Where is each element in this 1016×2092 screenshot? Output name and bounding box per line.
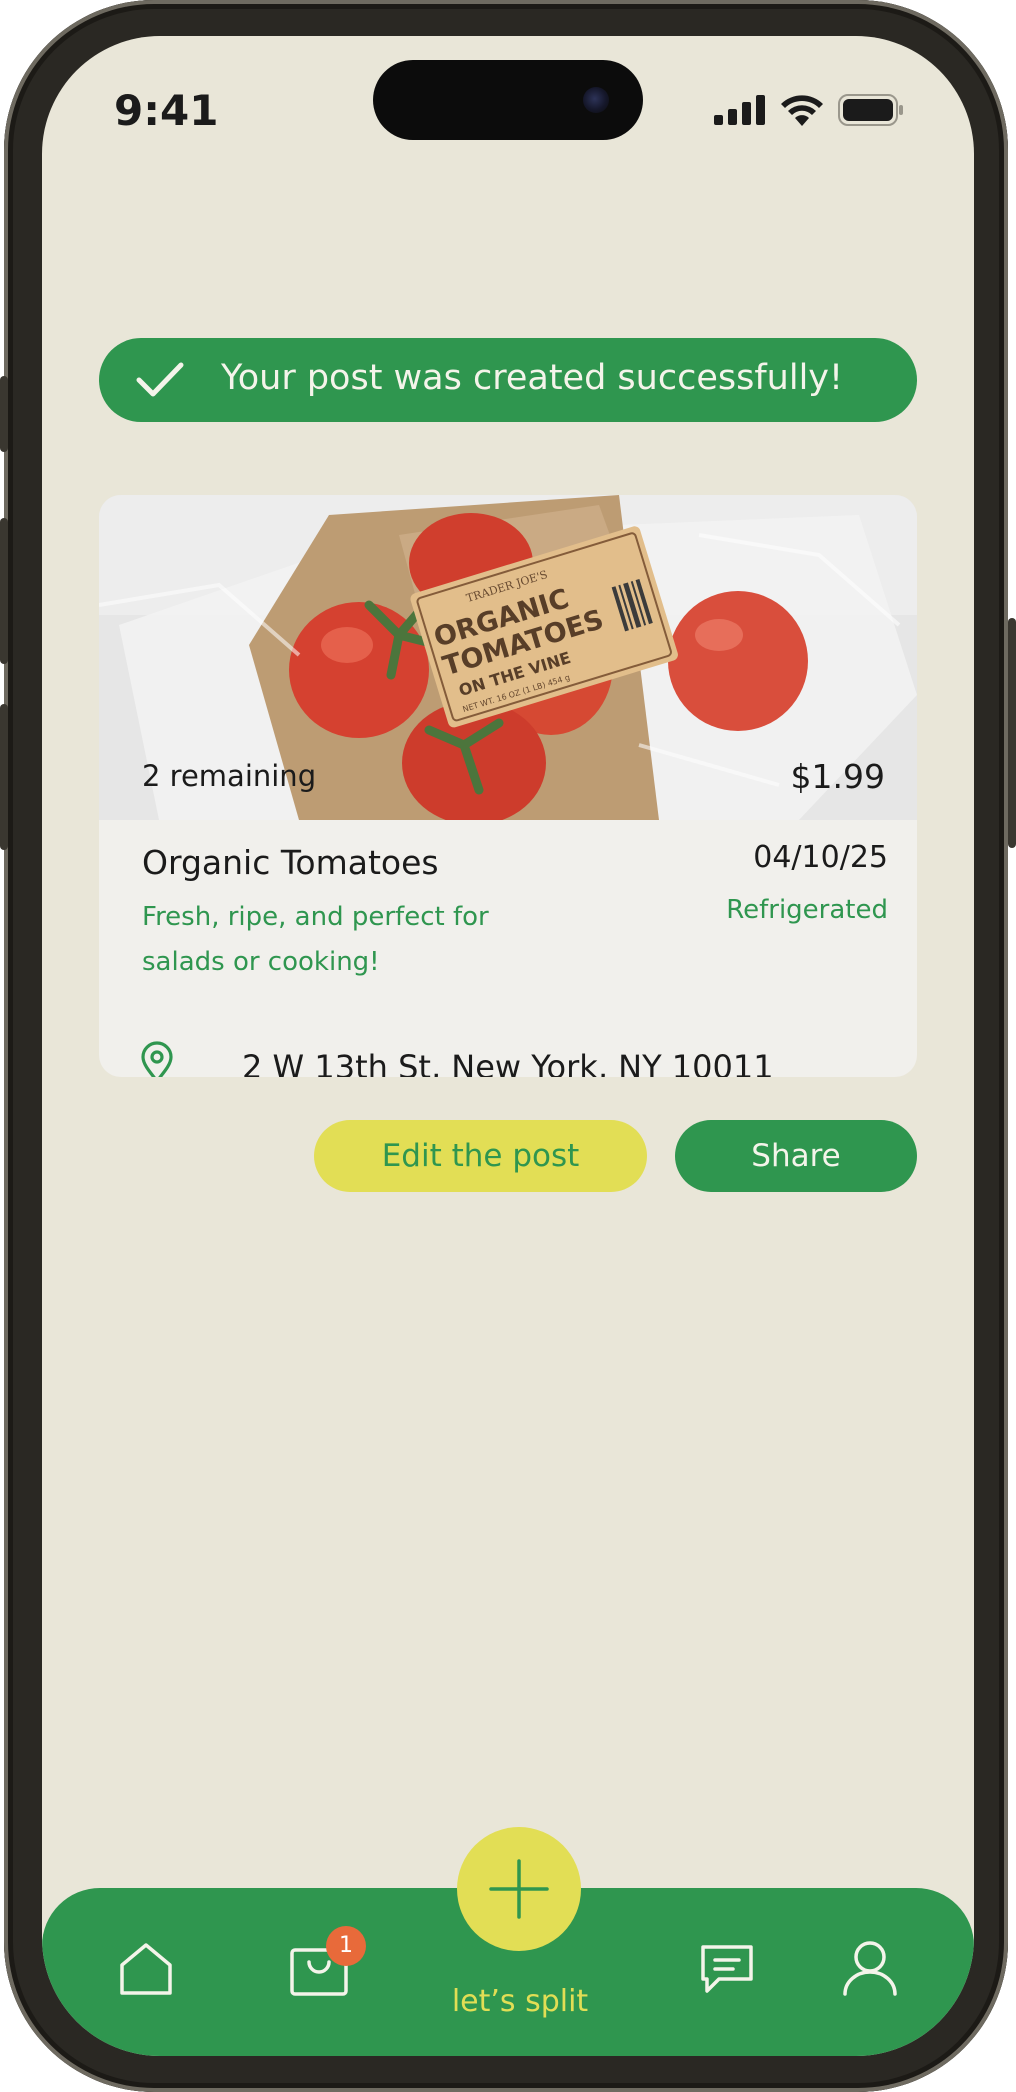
post-title: Organic Tomatoes: [142, 843, 439, 882]
share-button[interactable]: Share: [675, 1120, 917, 1192]
power-button: [1008, 618, 1016, 848]
profile-icon[interactable]: [842, 1940, 898, 1996]
dynamic-island: [373, 60, 643, 140]
chat-icon[interactable]: [699, 1943, 755, 1995]
status-time: 9:41: [114, 86, 219, 135]
post-address: 2 W 13th St, New York, NY 10011: [242, 1048, 774, 1077]
location-pin-icon: [141, 1041, 173, 1077]
post-card[interactable]: TRADER JOE'S ORGANIC TOMATOES ON THE VIN…: [99, 495, 917, 1077]
volume-up-button: [0, 518, 8, 664]
storage-type: Refrigerated: [726, 895, 888, 925]
toast-message: Your post was created successfully!: [221, 358, 844, 398]
post-description: Fresh, ripe, and perfect for salads or c…: [142, 902, 489, 977]
price: $1.99: [790, 757, 885, 796]
status-icons: [714, 94, 904, 126]
action-button: [0, 376, 8, 452]
cart-badge: 1: [326, 1926, 366, 1966]
signal-icon: [714, 95, 765, 125]
checkmark-icon: [136, 362, 184, 397]
post-date: 04/10/25: [753, 840, 888, 875]
wifi-icon: [781, 95, 823, 126]
battery-icon: [838, 94, 903, 126]
home-icon[interactable]: [118, 1941, 174, 1995]
edit-post-button[interactable]: Edit the post: [314, 1120, 647, 1192]
front-camera: [583, 87, 609, 113]
success-toast: Your post was created successfully!: [99, 338, 917, 422]
screen: 9:41 Your post was created successfully!: [42, 36, 974, 2056]
remaining-count: 2 remaining: [142, 759, 317, 793]
volume-down-button: [0, 704, 8, 850]
lets-split-button[interactable]: [457, 1827, 581, 1951]
lets-split-label[interactable]: let’s split: [420, 1984, 620, 2019]
plus-icon: [489, 1859, 549, 1919]
